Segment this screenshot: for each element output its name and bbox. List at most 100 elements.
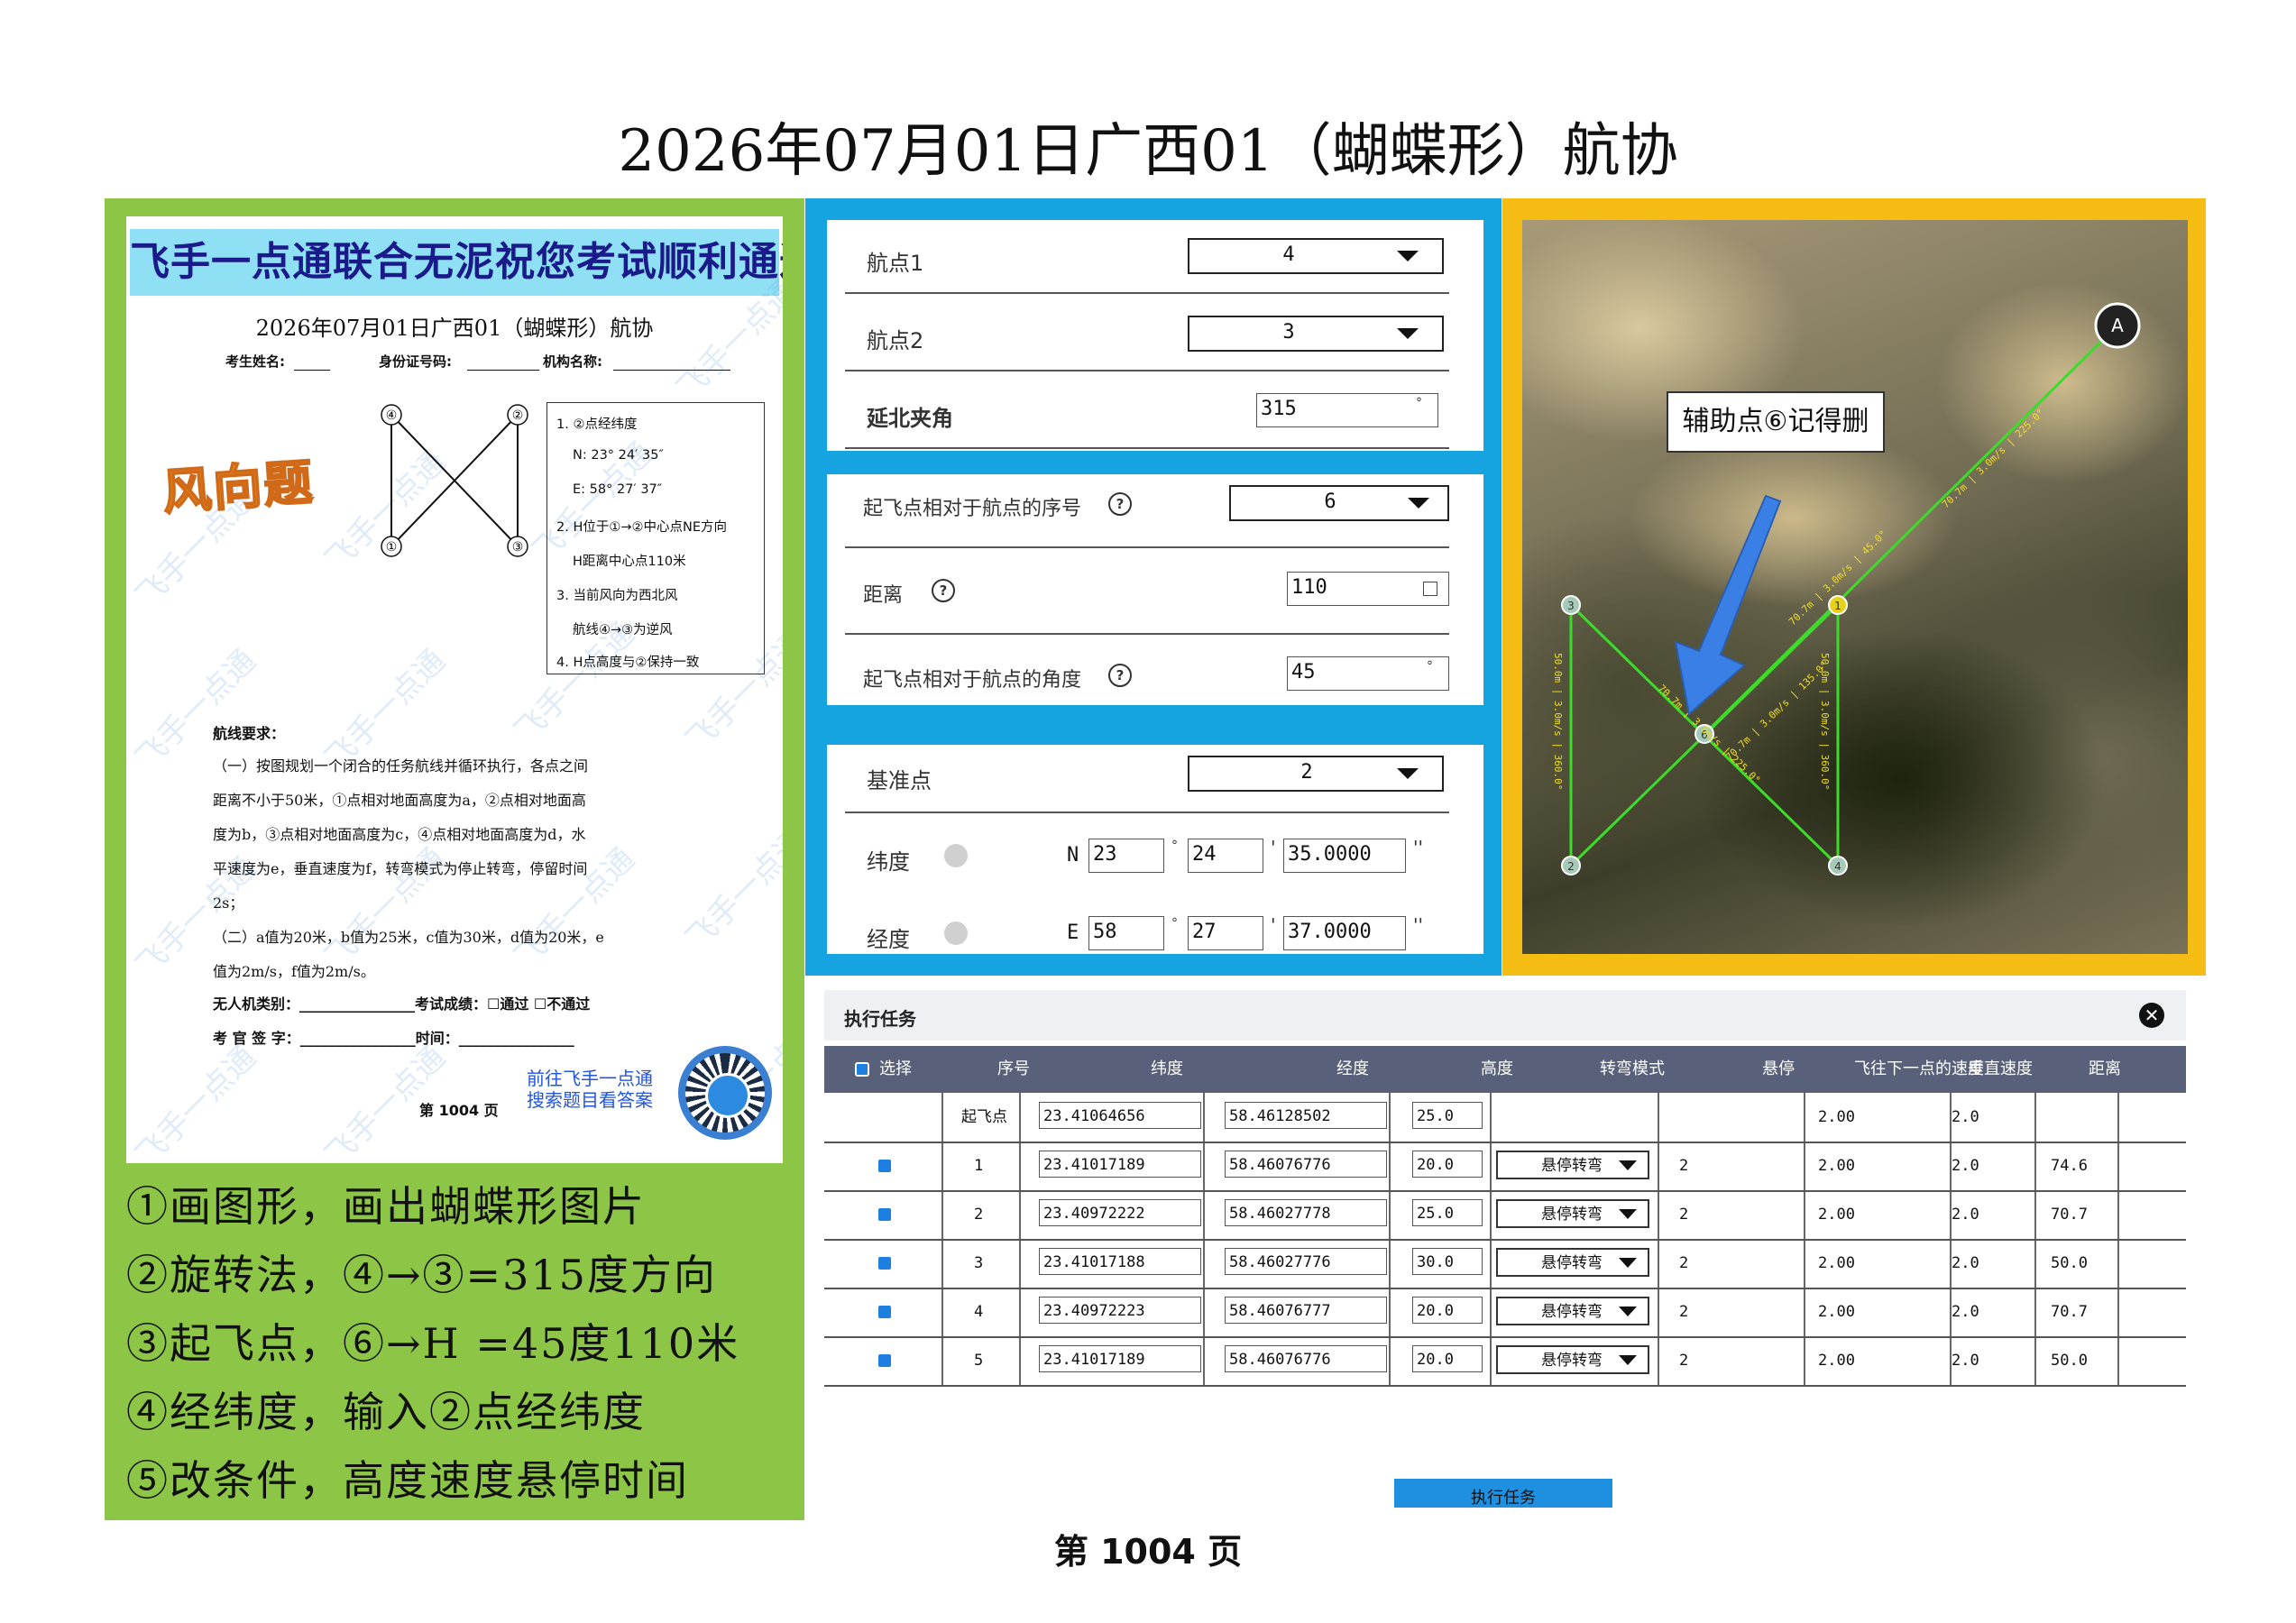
cell-lon-input[interactable]: 58.46076776 bbox=[1225, 1151, 1387, 1178]
cell-alt-input[interactable]: 20.0 bbox=[1412, 1151, 1483, 1178]
map-node-label: 2 bbox=[1567, 860, 1575, 873]
select-all-checkbox[interactable] bbox=[855, 1062, 869, 1077]
turn-mode-dropdown[interactable]: 悬停转弯 bbox=[1496, 1345, 1649, 1374]
cell-vspeed: 2.0 bbox=[1952, 1254, 1979, 1272]
divider bbox=[845, 292, 1449, 294]
reference-dropdown[interactable]: 2 bbox=[1188, 756, 1444, 792]
cell-speed: 2.00 bbox=[1818, 1254, 1855, 1272]
turn-mode-value: 悬停转弯 bbox=[1541, 1303, 1603, 1321]
chevron-down-icon bbox=[1397, 251, 1419, 261]
divider bbox=[845, 546, 1449, 548]
qr-note-line: 搜索题目看答案 bbox=[527, 1089, 653, 1111]
reference-value: 2 bbox=[1300, 761, 1313, 784]
col-vspeed: 垂直速度 bbox=[1968, 1059, 2033, 1078]
lat-min-input[interactable]: 24 bbox=[1188, 839, 1263, 873]
row-checkbox[interactable] bbox=[878, 1306, 891, 1318]
reference-label: 基准点 bbox=[867, 768, 932, 793]
step-5: ⑤改条件，高度速度悬停时间 bbox=[126, 1456, 689, 1505]
row-checkbox[interactable] bbox=[878, 1208, 891, 1221]
cell-vspeed: 2.0 bbox=[1952, 1108, 1979, 1126]
pointer-arrow-icon bbox=[1674, 494, 1782, 716]
butterfly-diagram: ④ ② ① ③ bbox=[381, 404, 528, 557]
green-instructions-panel: 飞手一点通联合无泥祝您考试顺利通过 2026年07月01日广西01（蝴蝶形）航协… bbox=[105, 198, 804, 1520]
route-line: （二）a值为20米，b值为25米，c值为30米，d值为20米，e bbox=[213, 929, 604, 946]
cell-hover: 2 bbox=[1679, 1303, 1689, 1321]
takeoff-angle-label: 起飞点相对于航点的角度 bbox=[863, 669, 1082, 692]
point-2-label: ② bbox=[512, 408, 524, 423]
watermark: 飞手一点通 bbox=[129, 1039, 263, 1163]
cell-hover: 2 bbox=[1679, 1157, 1689, 1175]
cell-alt-input[interactable]: 20.0 bbox=[1412, 1297, 1483, 1324]
cell-seq: 4 bbox=[974, 1303, 984, 1321]
lat-sec-input[interactable]: 35.0000 bbox=[1283, 839, 1406, 873]
col-lat: 纬度 bbox=[1151, 1059, 1183, 1078]
waypoint1-value: 4 bbox=[1282, 243, 1295, 266]
qr-code bbox=[678, 1046, 772, 1140]
distance-input[interactable]: 110 bbox=[1287, 572, 1449, 606]
cell-lon-input[interactable]: 58.46027776 bbox=[1225, 1248, 1387, 1275]
cell-lon-input[interactable]: 58.46076776 bbox=[1225, 1345, 1387, 1372]
cell-lat-input[interactable]: 23.41017189 bbox=[1039, 1151, 1201, 1178]
wind-question-tag: 风向题 bbox=[160, 453, 317, 522]
turn-mode-dropdown[interactable]: 悬停转弯 bbox=[1496, 1199, 1649, 1228]
cell-lat-input[interactable]: 23.41017188 bbox=[1039, 1248, 1201, 1275]
cell-speed: 2.00 bbox=[1818, 1206, 1855, 1224]
col-lon: 经度 bbox=[1336, 1059, 1369, 1078]
cell-lon-input[interactable]: 58.46027778 bbox=[1225, 1199, 1387, 1226]
help-icon[interactable]: ? bbox=[932, 579, 955, 602]
toggle-icon[interactable] bbox=[944, 922, 968, 945]
lon-min-input[interactable]: 27 bbox=[1188, 916, 1263, 950]
exam-document: 飞手一点通联合无泥祝您考试顺利通过 2026年07月01日广西01（蝴蝶形）航协… bbox=[126, 216, 783, 1163]
waypoint2-dropdown[interactable]: 3 bbox=[1188, 316, 1444, 352]
degree-unit: ° bbox=[1171, 839, 1178, 853]
turn-mode-dropdown[interactable]: 悬停转弯 bbox=[1496, 1248, 1649, 1277]
takeoff-marker-label: A bbox=[2111, 315, 2124, 336]
north-angle-label: 延北夹角 bbox=[867, 406, 953, 431]
row-checkbox[interactable] bbox=[878, 1160, 891, 1172]
toggle-icon[interactable] bbox=[944, 844, 968, 867]
cell-alt-input[interactable]: 30.0 bbox=[1412, 1248, 1483, 1275]
takeoff-seq-dropdown[interactable]: 6 bbox=[1229, 485, 1449, 521]
cell-lon-input[interactable]: 58.46128502 bbox=[1225, 1102, 1387, 1129]
cell-alt-input[interactable]: 20.0 bbox=[1412, 1345, 1483, 1372]
lon-deg-input[interactable]: 58 bbox=[1088, 916, 1164, 950]
cell-lat-input[interactable]: 23.40972222 bbox=[1039, 1199, 1201, 1226]
segment-label: 70.7m | 3.0m/s | 135.0° bbox=[1723, 659, 1831, 763]
satellite-map[interactable]: 3 2 4 1 6 A 70.7m | 3.0m/s | 225.0° 70.7… bbox=[1522, 220, 2188, 954]
cell-hover: 2 bbox=[1679, 1254, 1689, 1272]
chevron-down-icon bbox=[1619, 1209, 1637, 1219]
north-angle-input[interactable]: 315 ° bbox=[1256, 393, 1438, 427]
lat-deg-input[interactable]: 23 bbox=[1088, 839, 1164, 873]
help-icon[interactable]: ? bbox=[1108, 664, 1132, 687]
row-checkbox[interactable] bbox=[878, 1257, 891, 1270]
col-seq: 序号 bbox=[997, 1059, 1030, 1078]
cell-lat-input[interactable]: 23.41064656 bbox=[1039, 1102, 1201, 1129]
turn-mode-dropdown[interactable]: 悬停转弯 bbox=[1496, 1151, 1649, 1179]
turn-mode-dropdown[interactable]: 悬停转弯 bbox=[1496, 1297, 1649, 1325]
waypoint1-dropdown[interactable]: 4 bbox=[1188, 238, 1444, 274]
route-line: 距离不小于50米，①点相对地面高度为a，②点相对地面高 bbox=[213, 792, 586, 809]
lon-sec-input[interactable]: 37.0000 bbox=[1283, 916, 1406, 950]
cell-alt-input[interactable]: 25.0 bbox=[1412, 1199, 1483, 1226]
dialog-header bbox=[824, 990, 2186, 1041]
degree-unit: ° bbox=[1171, 916, 1178, 931]
cell-lon-input[interactable]: 58.46076777 bbox=[1225, 1297, 1387, 1324]
cell-alt-input[interactable]: 25.0 bbox=[1412, 1102, 1483, 1129]
cell-speed: 2.00 bbox=[1818, 1108, 1855, 1126]
row-checkbox[interactable] bbox=[878, 1354, 891, 1367]
help-icon[interactable]: ? bbox=[1108, 492, 1132, 516]
degree-unit: ° bbox=[1427, 659, 1433, 674]
lon-sec-value: 37.0000 bbox=[1288, 921, 1372, 943]
takeoff-angle-input[interactable]: 45 ° bbox=[1287, 656, 1449, 691]
waypoint-form-panel: 航点1 4 航点2 3 延北夹角 315 ° 起飞点相对于航点的序号 ? 6 距… bbox=[805, 198, 1502, 976]
cell-lat-input[interactable]: 23.41017189 bbox=[1039, 1345, 1201, 1372]
col-select: 选择 bbox=[879, 1059, 912, 1078]
table-header: 选择 序号 纬度 经度 高度 转弯模式 悬停 飞往下一点的速度 垂直速度 距离 bbox=[824, 1046, 2186, 1093]
route-line: 度为b，③点相对地面高度为c，④点相对地面高度为d，水 bbox=[213, 826, 586, 843]
takeoff-seq-value: 6 bbox=[1324, 491, 1336, 513]
cell-lat-input[interactable]: 23.40972223 bbox=[1039, 1297, 1201, 1324]
execute-task-button[interactable]: 执行任务 bbox=[1394, 1479, 1612, 1508]
close-icon[interactable]: ✕ bbox=[2139, 1003, 2164, 1028]
step-2: ②旋转法，④→③=315度方向 bbox=[126, 1251, 717, 1299]
chevron-down-icon bbox=[1619, 1160, 1637, 1170]
